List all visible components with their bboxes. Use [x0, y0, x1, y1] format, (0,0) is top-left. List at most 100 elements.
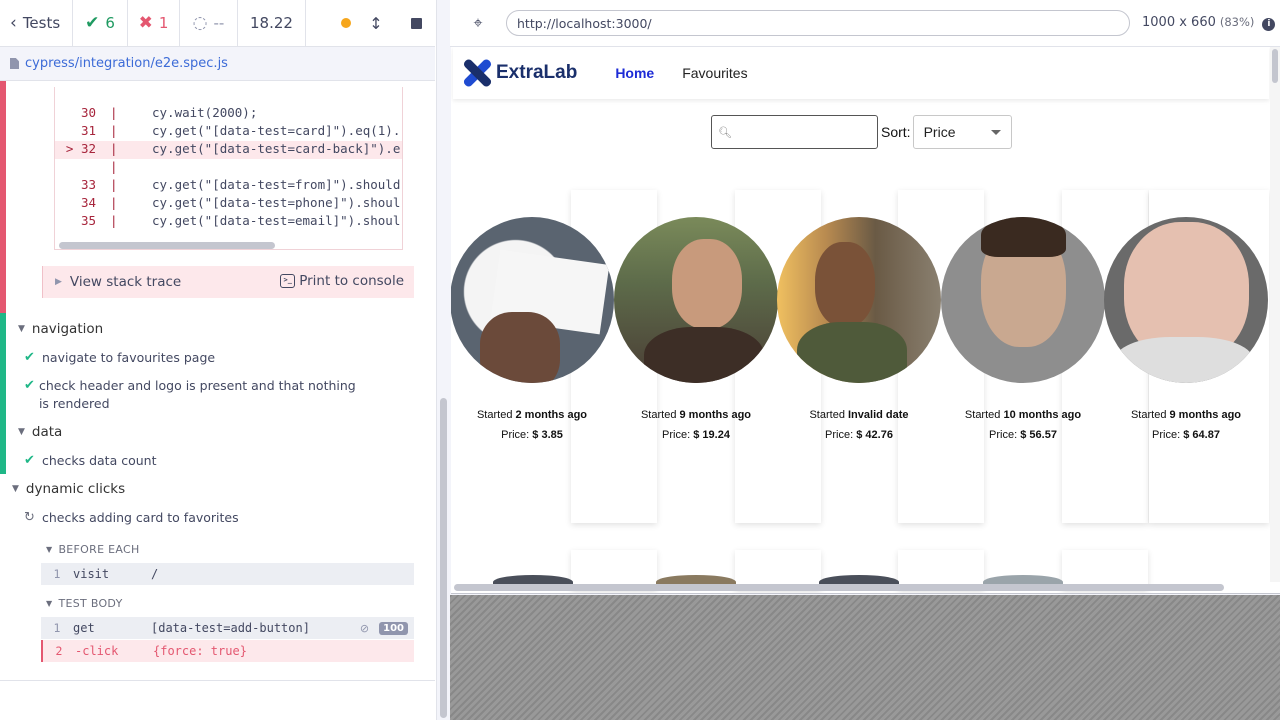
stop-button[interactable]	[401, 8, 431, 38]
line-number: 34	[80, 195, 96, 210]
code-frame-scrollbar[interactable]	[59, 242, 275, 249]
code-text: cy.get("[data-test=email]").shoul	[152, 213, 401, 228]
viewport-info[interactable]: 1000 x 660 (83%) i	[1142, 15, 1276, 31]
command-row[interactable]: 1 get [data-test=add-button] ⊘ 100	[41, 617, 414, 639]
test-title: checks adding card to favorites	[42, 510, 239, 525]
price-value: $ 56.57	[1020, 429, 1057, 441]
auto-scroll-toggle[interactable]: ↕	[361, 8, 391, 38]
sort-select[interactable]: Price	[912, 115, 1012, 149]
gutter-bar: |	[110, 177, 118, 192]
app-horizontal-scrollbar[interactable]	[454, 584, 1224, 591]
code-text: cy.get("[data-test=card-back]").e	[152, 141, 401, 156]
started-value: 10 months ago	[1003, 409, 1082, 421]
sort-selected-value: Price	[923, 124, 956, 140]
crosshair-icon: ⌖	[473, 13, 483, 32]
started-value: 2 months ago	[515, 409, 588, 421]
test-title: checks data count	[42, 453, 157, 468]
app-logo[interactable]: ExtraLab	[462, 57, 577, 89]
code-text: cy.get("[data-test=phone]").shoul	[152, 195, 401, 210]
card[interactable]: Started 10 months ago Price: $ 56.57	[941, 217, 1105, 441]
card[interactable]: Started 2 months ago Price: $ 3.85	[451, 217, 614, 441]
test-item[interactable]: ✔ check header and logo is present and t…	[24, 377, 364, 413]
suite-navigation[interactable]: ▼ navigation	[18, 319, 103, 339]
gutter-bar: |	[110, 195, 118, 210]
started-value: Invalid date	[848, 409, 909, 421]
passed-suite-strip	[0, 313, 6, 474]
command-row-failed[interactable]: 2 -click {force: true}	[41, 640, 414, 662]
search-sort-row: 🔍︎ Sort: Price	[711, 115, 1012, 149]
command-number: 1	[53, 567, 61, 581]
failed-count: ✖ 1	[128, 0, 180, 47]
started-prefix: Started	[476, 409, 513, 421]
reporter-scrollbar[interactable]	[436, 0, 450, 720]
search-input[interactable]: 🔍︎	[711, 115, 878, 149]
started-prefix: Started	[809, 409, 845, 421]
stack-trace-row[interactable]: ▶ View stack trace >_ Print to console	[42, 266, 414, 298]
card[interactable]: Started 9 months ago Price: $ 64.87	[1104, 217, 1268, 441]
gutter-bar: |	[110, 123, 118, 138]
url-display[interactable]: http://localhost:3000/	[506, 10, 1130, 36]
runnables-list: 30 | cy.wait(2000); 31 | cy.get("[data-test=…	[0, 81, 435, 680]
chevron-left-icon: ‹	[10, 13, 17, 33]
hook-test-body[interactable]: ▼ TEST BODY	[46, 597, 123, 610]
command-row[interactable]: 1 visit /	[41, 563, 414, 585]
scrollbar-thumb[interactable]	[440, 398, 447, 718]
avatar-shape	[797, 322, 907, 383]
caret-down-icon: ▼	[18, 427, 25, 437]
code-text: cy.wait(2000);	[152, 105, 258, 120]
failed-suite-strip	[0, 81, 6, 313]
nav-home[interactable]: Home	[615, 65, 654, 81]
search-icon: 🔍︎	[718, 125, 732, 139]
selector-playground-button[interactable]: ⌖	[450, 13, 506, 33]
terminal-icon: >_	[280, 274, 296, 288]
app-vertical-scrollbar[interactable]	[1270, 47, 1280, 582]
command-name: visit	[73, 567, 110, 581]
scrollbar-thumb[interactable]	[1272, 49, 1278, 83]
nav-favourites[interactable]: Favourites	[682, 65, 747, 81]
price-prefix: Price:	[825, 429, 854, 441]
avatar-shape	[644, 327, 764, 383]
code-line: 34 | cy.get("[data-test=phone]").shoul	[55, 195, 400, 213]
spec-file-bar[interactable]: cypress/integration/e2e.spec.js	[0, 47, 435, 81]
spec-path[interactable]: cypress/integration/e2e.spec.js	[25, 56, 228, 71]
test-item-running[interactable]: ↻ checks adding card to favorites	[24, 509, 239, 527]
failed-value: 1	[158, 14, 169, 32]
pending-circle-icon: ◌	[192, 13, 208, 33]
viewport-size: 1000 x 660	[1142, 15, 1216, 30]
test-item[interactable]: ✔ navigate to favourites page	[24, 349, 215, 367]
check-icon: ✔	[24, 378, 35, 393]
gutter-bar: |	[110, 159, 118, 174]
reporter-footer	[0, 680, 435, 720]
command-number: 1	[53, 621, 61, 635]
started-value: 9 months ago	[1169, 409, 1242, 421]
print-to-console-button[interactable]: >_ Print to console	[280, 273, 404, 289]
command-name: get	[73, 621, 95, 635]
started-prefix: Started	[1130, 409, 1167, 421]
price-prefix: Price:	[662, 429, 691, 441]
avatar-shape	[1114, 337, 1254, 383]
running-dot-icon	[341, 18, 351, 28]
line-number: 31	[80, 123, 96, 138]
test-item[interactable]: ✔ checks data count	[24, 452, 156, 470]
sort-label: Sort:	[881, 124, 911, 140]
line-number: > 32	[65, 141, 96, 156]
card-started: Started 9 months ago	[614, 409, 778, 421]
card-price: Price: $ 64.87	[1104, 429, 1268, 441]
tests-button[interactable]: ‹ Tests	[0, 0, 73, 47]
card[interactable]: Started Invalid date Price: $ 42.76	[777, 217, 941, 441]
price-value: $ 42.76	[856, 429, 893, 441]
view-stack-trace[interactable]: View stack trace	[70, 274, 181, 290]
suite-data[interactable]: ▼ data	[18, 422, 62, 442]
price-prefix: Price:	[989, 429, 1018, 441]
card-price: Price: $ 3.85	[451, 429, 614, 441]
avatar-hair-shape	[981, 217, 1066, 257]
code-line: 30 | cy.wait(2000);	[55, 105, 257, 123]
dropdown-arrow-icon	[990, 129, 1001, 135]
line-number	[55, 159, 110, 177]
card[interactable]: Started 9 months ago Price: $ 19.24	[614, 217, 778, 441]
caret-down-icon: ▼	[12, 484, 19, 494]
stop-icon	[410, 17, 422, 29]
suite-dynamic-clicks[interactable]: ▼ dynamic clicks	[12, 479, 125, 499]
hook-before-each[interactable]: ▼ BEFORE EACH	[46, 543, 140, 556]
command-arg: /	[151, 567, 159, 581]
